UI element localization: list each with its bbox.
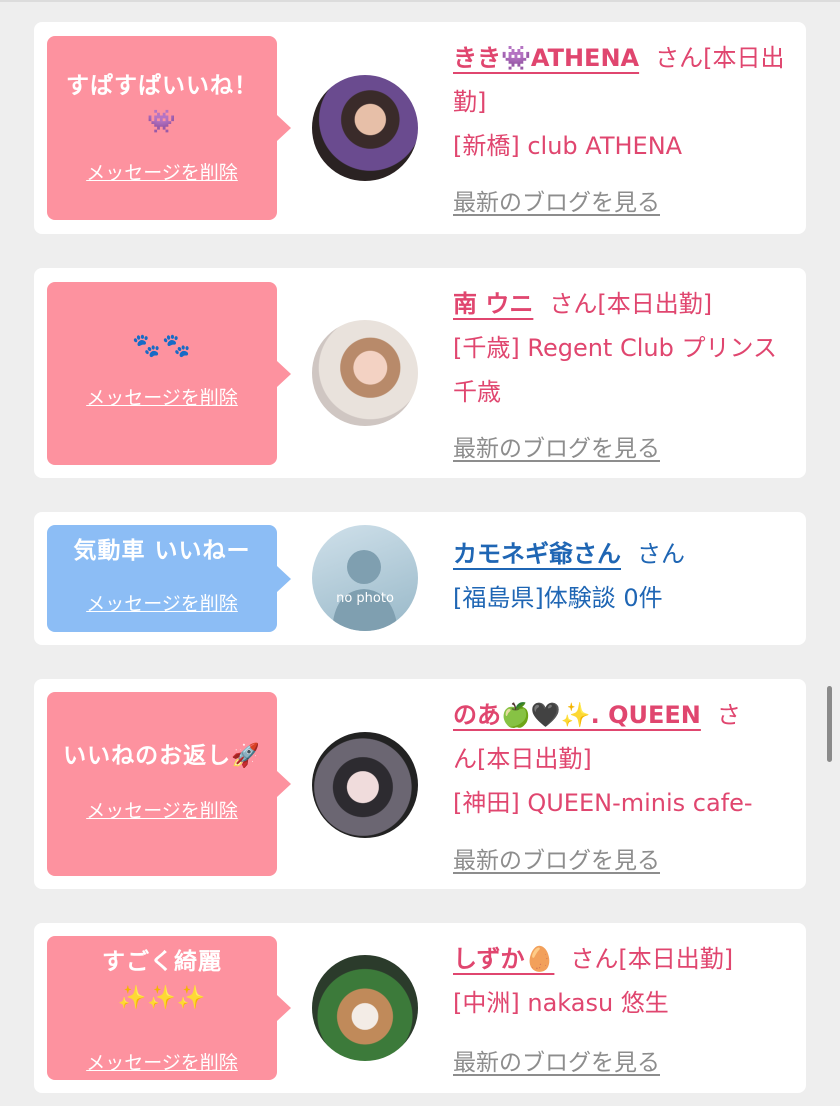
- message-emoji: ✨✨✨: [117, 985, 207, 1011]
- no-photo-text: no photo: [336, 591, 394, 606]
- latest-blog-link[interactable]: 最新のブログを見る: [453, 429, 660, 463]
- like-message-bubble: いいねのお返し🚀 メッセージを削除: [47, 692, 291, 876]
- delete-message-link[interactable]: メッセージを削除: [47, 383, 277, 410]
- delete-message-link[interactable]: メッセージを削除: [47, 589, 277, 616]
- scrollbar[interactable]: [827, 686, 832, 762]
- like-card: すぱすぱいいね！ 👾 メッセージを削除 きき👾ATHENA さん[本日出勤] [新…: [34, 22, 806, 234]
- avatar[interactable]: [312, 75, 418, 181]
- honorific: さん: [655, 44, 704, 72]
- honorific: さ: [716, 701, 741, 729]
- profile-name-link[interactable]: のあ🍏🖤✨. QUEEN: [453, 701, 701, 729]
- profile-info: カモネギ爺さん さん [福島県]体験談 0件: [453, 532, 793, 620]
- like-message-bubble: すぱすぱいいね！ 👾 メッセージを削除: [47, 36, 291, 220]
- status-text: ん[本日出勤]: [453, 745, 592, 773]
- shop-text: [中洲] nakasu 悠生: [453, 989, 669, 1017]
- avatar-no-photo[interactable]: no photo: [312, 525, 418, 631]
- delete-message-link[interactable]: メッセージを削除: [47, 796, 277, 823]
- profile-info: しずか🥚 さん[本日出勤] [中洲] nakasu 悠生: [453, 937, 793, 1025]
- like-card: いいねのお返し🚀 メッセージを削除 のあ🍏🖤✨. QUEEN さ ん[本日出勤] …: [34, 679, 806, 889]
- status-text: [本日出勤]: [618, 945, 734, 973]
- message-emoji: 👾: [147, 109, 177, 135]
- honorific: さん: [570, 945, 619, 973]
- like-card: 気動車 いいねー メッセージを削除 no photo カモネギ爺さん さん [福島…: [34, 512, 806, 645]
- like-message-bubble: すごく綺麗 ✨✨✨ メッセージを削除: [47, 936, 291, 1080]
- like-card: すごく綺麗 ✨✨✨ メッセージを削除 しずか🥚 さん[本日出勤] [中洲] nak…: [34, 923, 806, 1093]
- shop-text: [神田] QUEEN-minis cafe-: [453, 789, 753, 817]
- like-card: 🐾🐾 メッセージを削除 南 ウニ さん[本日出勤] [千歳] Regent Clu…: [34, 268, 806, 478]
- status-text: [本日出勤]: [597, 290, 713, 318]
- latest-blog-link[interactable]: 最新のブログを見る: [453, 183, 660, 217]
- profile-name-link[interactable]: きき👾ATHENA: [453, 44, 639, 72]
- message-text: 気動車 いいねー: [73, 538, 251, 564]
- profile-name-link[interactable]: 南 ウニ: [453, 290, 533, 318]
- profile-info: きき👾ATHENA さん[本日出勤] [新橋] club ATHENA: [453, 36, 793, 168]
- top-divider: [0, 0, 840, 2]
- profile-name-link[interactable]: カモネギ爺さん: [453, 540, 621, 568]
- message-text: すぱすぱいいね！: [66, 73, 258, 99]
- profile-info: のあ🍏🖤✨. QUEEN さ ん[本日出勤] [神田] QUEEN-minis c…: [453, 693, 793, 825]
- message-text: すごく綺麗: [102, 949, 222, 975]
- shop-text: [千歳] Regent Club プリンス 千歳: [453, 334, 777, 406]
- delete-message-link[interactable]: メッセージを削除: [47, 158, 277, 185]
- like-message-bubble: 🐾🐾 メッセージを削除: [47, 282, 291, 465]
- honorific: さん: [637, 540, 685, 568]
- delete-message-link[interactable]: メッセージを削除: [47, 1048, 277, 1075]
- review-count-text: [福島県]体験談 0件: [453, 584, 663, 612]
- avatar[interactable]: [312, 732, 418, 838]
- avatar[interactable]: [312, 320, 418, 426]
- latest-blog-link[interactable]: 最新のブログを見る: [453, 1043, 660, 1077]
- person-silhouette-icon: [332, 550, 398, 631]
- message-text: いいねのお返し🚀: [63, 743, 261, 769]
- profile-info: 南 ウニ さん[本日出勤] [千歳] Regent Club プリンス 千歳: [453, 282, 793, 414]
- like-message-bubble: 気動車 いいねー メッセージを削除: [47, 525, 291, 632]
- shop-text: [新橋] club ATHENA: [453, 132, 683, 160]
- latest-blog-link[interactable]: 最新のブログを見る: [453, 841, 660, 875]
- message-emoji: 🐾🐾: [132, 333, 192, 359]
- profile-name-link[interactable]: しずか🥚: [453, 945, 554, 973]
- honorific: さん: [549, 290, 598, 318]
- avatar[interactable]: [312, 955, 418, 1061]
